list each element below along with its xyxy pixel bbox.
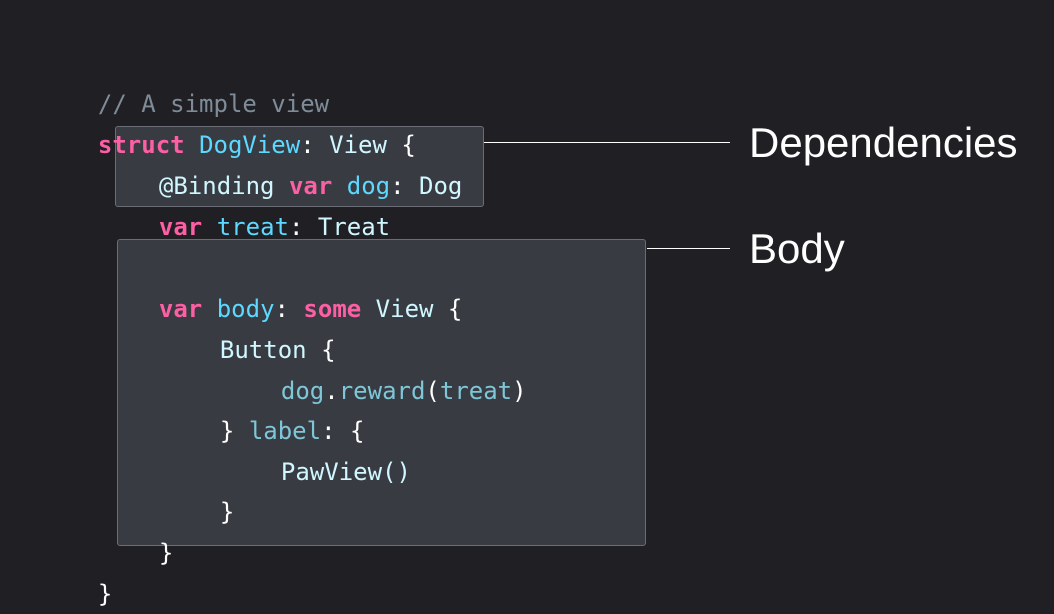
label-close-brace: }: [219, 498, 235, 526]
label-end-line: }: [191, 452, 234, 526]
dependencies-connector-line: [484, 142, 730, 143]
struct-declaration-line: struct DogView: View {: [69, 85, 416, 159]
struct-close-brace: }: [97, 580, 113, 608]
pawview-call: PawView(): [280, 458, 411, 486]
dependency-dog-line: @Binding var dog: Dog: [130, 126, 462, 200]
treat-colon: :: [288, 213, 304, 241]
body-connector-line: [647, 248, 730, 249]
dependencies-label: Dependencies: [749, 119, 1018, 166]
label-line: } label: {: [191, 371, 365, 445]
pawview-line: PawView(): [252, 412, 411, 486]
body-end-line: }: [130, 493, 173, 567]
call-argument: treat: [439, 377, 513, 405]
dependency-treat-line: var treat: Treat: [130, 167, 390, 241]
call-open-paren: (: [425, 377, 440, 405]
body-label: Body: [749, 225, 845, 272]
action-close-brace: }: [219, 417, 235, 445]
struct-end-line: }: [69, 534, 112, 608]
dog-type: Dog: [419, 172, 463, 200]
treat-var-keyword: var: [158, 213, 203, 241]
dog-colon: :: [390, 172, 405, 200]
treat-type: Treat: [317, 213, 391, 241]
call-close-paren: ): [512, 377, 527, 405]
button-line: Button {: [191, 290, 336, 364]
code-comment-line: // A simple view: [69, 44, 329, 118]
treat-property-name: treat: [216, 213, 289, 241]
body-open-brace: {: [447, 295, 463, 323]
body-type: View: [375, 295, 434, 323]
body-close-brace: }: [158, 539, 174, 567]
body-declaration-line: var body: some View {: [130, 249, 462, 323]
reward-call-line: dog.reward(treat): [252, 331, 527, 405]
